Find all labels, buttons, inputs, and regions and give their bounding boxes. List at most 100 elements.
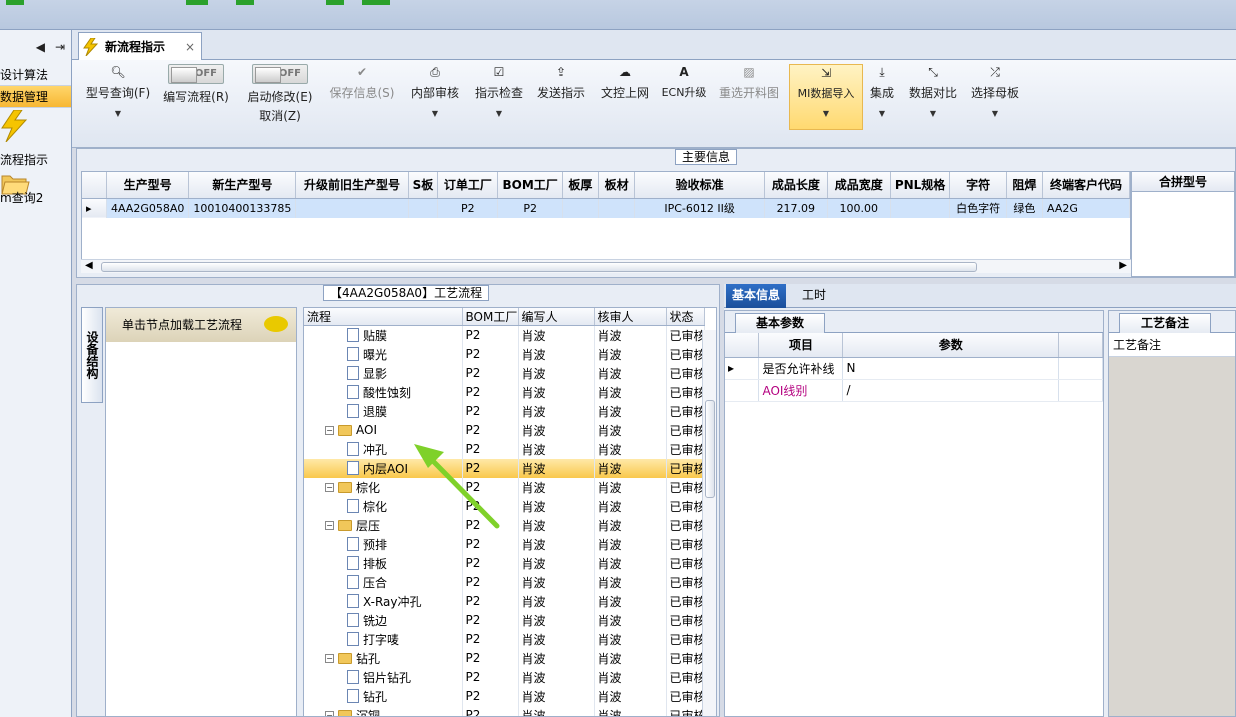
cell-bom-factory[interactable]: P2 bbox=[497, 198, 563, 218]
column-header[interactable]: BOM工厂 bbox=[462, 308, 519, 326]
tab-basic-params[interactable]: 基本参数 bbox=[735, 313, 825, 333]
mi-data-import-button[interactable]: ⇲ MI数据导入 ▼ bbox=[789, 64, 863, 130]
close-icon[interactable]: × bbox=[185, 40, 195, 54]
tree-node[interactable]: − 钻孔 bbox=[307, 650, 461, 667]
tree-node-cell[interactable]: 压合 bbox=[304, 572, 463, 592]
tree-node-cell[interactable]: X-Ray冲孔 bbox=[304, 591, 463, 611]
instruction-check-button[interactable]: ☑ 指示检查 ▼ bbox=[472, 64, 526, 118]
cell-bom[interactable]: P2 bbox=[462, 344, 519, 364]
tree-row[interactable]: − 钻孔 P2 肖波 肖波 已审核 bbox=[304, 648, 705, 668]
tree-node[interactable]: 压合 bbox=[307, 574, 461, 591]
tree-node[interactable]: 退膜 bbox=[307, 403, 461, 420]
tree-row[interactable]: 压合 P2 肖波 肖波 已审核 bbox=[304, 572, 705, 592]
cell-bom[interactable]: P2 bbox=[462, 553, 519, 573]
column-header[interactable]: 终端客户代码 bbox=[1042, 172, 1130, 199]
cell-bom[interactable]: P2 bbox=[462, 534, 519, 554]
cell-status[interactable]: 已审核 bbox=[666, 572, 705, 592]
tree-node-cell[interactable]: − 钻孔 bbox=[304, 648, 463, 668]
tree-node-cell[interactable]: 冲孔 bbox=[304, 439, 463, 459]
cell-writer[interactable]: 肖波 bbox=[518, 534, 595, 554]
cell-status[interactable]: 已审核 bbox=[666, 458, 705, 478]
cell-status[interactable]: 已审核 bbox=[666, 629, 705, 649]
tree-node-cell[interactable]: − 层压 bbox=[304, 515, 463, 535]
cell-writer[interactable]: 肖波 bbox=[518, 686, 595, 706]
cell-new-model[interactable]: 10010400133785 bbox=[188, 198, 297, 218]
column-header[interactable]: S板 bbox=[408, 172, 439, 199]
cell-writer[interactable]: 肖波 bbox=[518, 591, 595, 611]
tree-node[interactable]: − 沉铜 bbox=[307, 707, 461, 716]
tree-row[interactable]: 打字唛 P2 肖波 肖波 已审核 bbox=[304, 629, 705, 649]
cell-writer[interactable]: 肖波 bbox=[518, 363, 595, 383]
tree-row[interactable]: − AOI P2 肖波 肖波 已审核 bbox=[304, 420, 705, 440]
cell-reviewer[interactable]: 肖波 bbox=[594, 572, 667, 592]
cell-status[interactable]: 已审核 bbox=[666, 363, 705, 383]
cell-writer[interactable]: 肖波 bbox=[518, 496, 595, 516]
tree-node-cell[interactable]: 铝片钻孔 bbox=[304, 667, 463, 687]
scroll-left-icon[interactable]: ◀ bbox=[85, 260, 93, 271]
start-edit-toggle[interactable]: OFF bbox=[252, 64, 308, 84]
cell-reviewer[interactable]: 肖波 bbox=[594, 553, 667, 573]
model-query-button[interactable]: 🔍︎ 型号查询(F) ▼ bbox=[80, 64, 156, 118]
tree-row[interactable]: 钻孔 P2 肖波 肖波 已审核 bbox=[304, 686, 705, 706]
cell-reviewer[interactable]: 肖波 bbox=[594, 458, 667, 478]
cell-reviewer[interactable]: 肖波 bbox=[594, 401, 667, 421]
cell-reviewer[interactable]: 肖波 bbox=[594, 686, 667, 706]
cell-reviewer[interactable]: 肖波 bbox=[594, 591, 667, 611]
pin-icon[interactable]: ⇥ bbox=[55, 40, 65, 54]
integrate-button[interactable]: ⤓ 集成 ▼ bbox=[866, 64, 898, 118]
cell-writer[interactable]: 肖波 bbox=[518, 705, 595, 716]
cell-writer[interactable]: 肖波 bbox=[518, 420, 595, 440]
cell-bom[interactable]: P2 bbox=[462, 458, 519, 478]
tab-basic-info[interactable]: 基本信息 bbox=[726, 284, 787, 308]
column-header[interactable]: 验收标准 bbox=[634, 172, 765, 199]
collapse-icon[interactable]: − bbox=[325, 710, 334, 716]
cell-writer[interactable]: 肖波 bbox=[518, 344, 595, 364]
cell-bom[interactable]: P2 bbox=[462, 363, 519, 383]
cell-writer[interactable]: 肖波 bbox=[518, 439, 595, 459]
column-header[interactable]: 参数 bbox=[842, 333, 1060, 358]
cell-bom[interactable]: P2 bbox=[462, 591, 519, 611]
cell-thickness[interactable] bbox=[562, 198, 600, 218]
tree-row[interactable]: 排板 P2 肖波 肖波 已审核 bbox=[304, 553, 705, 573]
tree-node[interactable]: X-Ray冲孔 bbox=[307, 593, 461, 610]
cell-status[interactable]: 已审核 bbox=[666, 325, 705, 345]
cell-pnl[interactable] bbox=[890, 198, 951, 218]
row-selector-icon[interactable]: ▸ bbox=[725, 357, 760, 380]
tree-row[interactable]: 铣边 P2 肖波 肖波 已审核 bbox=[304, 610, 705, 630]
cell-status[interactable]: 已审核 bbox=[666, 477, 705, 497]
tree-node[interactable]: 排板 bbox=[307, 555, 461, 572]
cell-bom[interactable]: P2 bbox=[462, 382, 519, 402]
tree-node-cell[interactable]: 显影 bbox=[304, 363, 463, 383]
cell-status[interactable]: 已审核 bbox=[666, 496, 705, 516]
column-header[interactable]: BOM工厂 bbox=[497, 172, 563, 199]
cell-writer[interactable]: 肖波 bbox=[518, 401, 595, 421]
cell-reviewer[interactable]: 肖波 bbox=[594, 515, 667, 535]
tree-row[interactable]: 铝片钻孔 P2 肖波 肖波 已审核 bbox=[304, 667, 705, 687]
tree-node[interactable]: 酸性蚀刻 bbox=[307, 384, 461, 401]
tree-node[interactable]: − AOI bbox=[307, 423, 461, 437]
tree-row[interactable]: X-Ray冲孔 P2 肖波 肖波 已审核 bbox=[304, 591, 705, 611]
tree-node-cell[interactable]: 铣边 bbox=[304, 610, 463, 630]
cell-reviewer[interactable]: 肖波 bbox=[594, 629, 667, 649]
tab-new-process[interactable]: 新流程指示 × bbox=[78, 32, 202, 60]
column-header[interactable]: 流程 bbox=[304, 308, 463, 326]
collapse-icon[interactable]: − bbox=[325, 425, 334, 435]
tree-node-cell[interactable]: 酸性蚀刻 bbox=[304, 382, 463, 402]
tree-node-cell[interactable]: − AOI bbox=[304, 420, 463, 440]
tree-node[interactable]: 钻孔 bbox=[307, 688, 461, 705]
chevron-down-icon[interactable]: ▼ bbox=[968, 109, 1022, 118]
tree-row[interactable]: 冲孔 P2 肖波 肖波 已审核 bbox=[304, 439, 705, 459]
cell-customer-code[interactable]: AA2G bbox=[1042, 198, 1130, 218]
cell-bom[interactable]: P2 bbox=[462, 420, 519, 440]
cell-status[interactable]: 已审核 bbox=[666, 686, 705, 706]
cell-s-board[interactable] bbox=[408, 198, 439, 218]
cell-writer[interactable]: 肖波 bbox=[518, 458, 595, 478]
chevron-down-icon[interactable]: ▼ bbox=[790, 109, 862, 118]
cell-order-factory[interactable]: P2 bbox=[437, 198, 499, 218]
vertical-scrollbar[interactable] bbox=[702, 330, 716, 716]
tree-row[interactable]: 棕化 P2 肖波 肖波 已审核 bbox=[304, 496, 705, 516]
tab-device-structure[interactable]: 设备结构 bbox=[81, 307, 103, 403]
cell-writer[interactable]: 肖波 bbox=[518, 667, 595, 687]
cell-writer[interactable]: 肖波 bbox=[518, 629, 595, 649]
cell-status[interactable]: 已审核 bbox=[666, 534, 705, 554]
